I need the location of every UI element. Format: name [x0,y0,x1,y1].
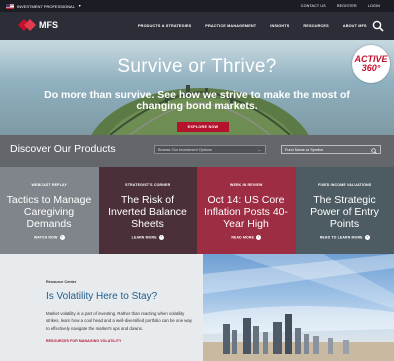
card-kicker: WEEK IN REVIEW [229,183,263,187]
contact-us-link[interactable]: CONTACT US [301,4,326,8]
mfs-logo[interactable]: MFS [18,18,58,32]
card-headline: The Strategic Power of Entry Points [310,194,379,230]
nav-resources[interactable]: RESOURCES [303,24,328,28]
hero-globe-image [91,85,309,135]
card-more-label: READ TO LEARN MORE [319,235,363,240]
resource-center-panel: Resource Center Is Volatility Here to St… [0,254,203,361]
search-icon[interactable] [371,147,377,154]
nav-products-strategies[interactable]: PRODUCTS & STRATEGIES [138,24,191,28]
card-more-label: LEARN MORE [131,235,157,240]
utility-bar: INVESTMENT PROFESSIONAL ▼ CONTACT US REG… [0,0,394,12]
select-value: Browse Our Investment Options [158,148,212,152]
search-icon[interactable] [372,19,384,32]
card-more-link[interactable]: READ MORE › [197,235,296,240]
explore-now-button[interactable]: EXPLORE NOW [177,122,229,132]
arrow-right-icon: › [158,235,164,240]
fund-search-input[interactable]: Fund Name or Symbol [281,145,381,154]
card-fixed-income-valuations[interactable]: FIXED INCOME VALUATIONS The Strategic Po… [295,167,394,254]
resource-body: Market volatility is a part of investing… [46,311,192,331]
register-link[interactable]: REGISTER [337,4,357,8]
fund-search-placeholder: Fund Name or Symbol [285,148,323,152]
card-more-label: READ MORE [231,235,255,240]
resource-link[interactable]: RESOURCES FOR MANAGING VOLATILITY [46,339,121,343]
card-webcast-replay[interactable]: WEBCAST REPLAY Tactics to Manage Caregiv… [0,167,99,254]
region-label: INVESTMENT PROFESSIONAL [17,3,75,9]
us-flag-icon [6,3,14,9]
nav-practice-management[interactable]: PRACTICE MANAGEMENT [205,24,256,28]
region-selector[interactable]: INVESTMENT PROFESSIONAL ▼ [0,3,82,9]
arrow-right-icon: › [59,235,65,240]
city-skyline-image [203,254,394,361]
resource-kicker: Resource Center [46,280,77,284]
featured-cards: WEBCAST REPLAY Tactics to Manage Caregiv… [0,167,394,254]
card-more-link[interactable]: WATCH NOW › [0,235,99,240]
card-strategists-corner[interactable]: STRATEGIST'S CORNER The Risk of Inverted… [98,167,198,254]
login-link[interactable]: LOGIN [368,4,380,8]
arrow-right-icon: › [256,235,262,240]
card-more-label: WATCH NOW [33,235,58,240]
resource-title[interactable]: Is Volatility Here to Stay? [46,291,157,302]
card-headline: Tactics to Manage Caregiving Demands [6,194,92,230]
main-nav: MFS PRODUCTS & STRATEGIES PRACTICE MANAG… [0,12,394,40]
investment-options-select[interactable]: Browse Our Investment Options ⌄ [154,145,266,154]
card-week-in-review[interactable]: WEEK IN REVIEW Oct 14: US Core Inflation… [197,167,296,254]
badge-line-2: 360° [361,62,381,73]
nav-about-mfs[interactable]: ABOUT MFS [343,24,367,28]
card-more-link[interactable]: LEARN MORE › [99,235,198,240]
hero-banner: Survive or Thrive? Do more than survive.… [0,40,394,135]
card-kicker: WEBCAST REPLAY [31,183,67,187]
mfs-logo-icon [18,18,36,32]
card-kicker: STRATEGIST'S CORNER [125,183,171,187]
chevron-down-icon: ⌄ [257,147,261,152]
brand-name: MFS [39,20,58,30]
hero-subtitle: Do more than survive. See how we strive … [44,89,350,112]
nav-insights[interactable]: INSIGHTS [270,24,289,28]
card-headline: The Risk of Inverted Balance Sheets [108,194,187,230]
caret-down-icon: ▼ [77,4,82,8]
card-kicker: FIXED INCOME VALUATIONS [318,183,372,187]
discover-products-bar: Discover Our Products Browse Our Investm… [0,135,394,167]
discover-title: Discover Our Products [10,143,116,155]
card-headline: Oct 14: US Core Inflation Posts 40-Year … [203,194,289,230]
hero-title: Survive or Thrive? [117,56,277,77]
skyline-illustration [203,254,394,361]
card-more-link[interactable]: READ TO LEARN MORE › [296,235,394,240]
active-360-badge: ACTIVE 360° [352,45,390,83]
arrow-right-icon: › [364,235,370,240]
